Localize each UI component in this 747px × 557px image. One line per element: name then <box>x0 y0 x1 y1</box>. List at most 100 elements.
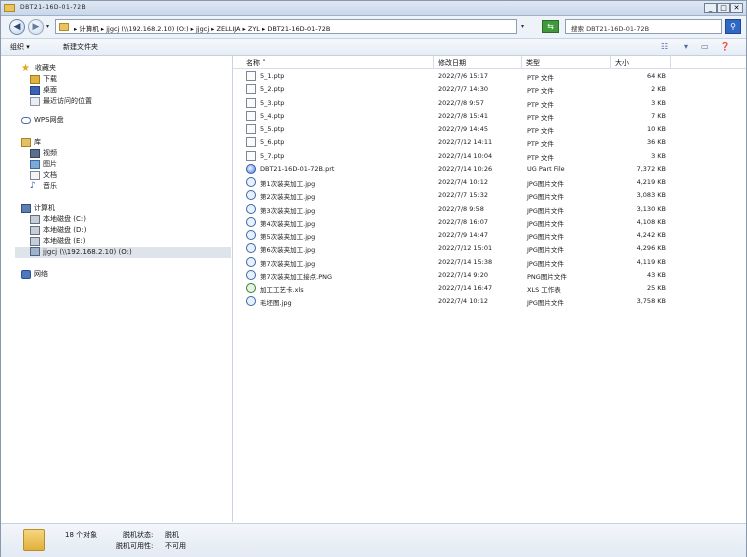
file-row[interactable]: 加工工艺卡.xls 2022/7/14 16:47 XLS 工作表 25 KB <box>244 282 684 294</box>
image-file-icon <box>246 216 256 227</box>
back-button[interactable]: ◀ <box>9 19 25 35</box>
file-row[interactable]: 5_3.ptp 2022/7/8 9:57 PTP 文件 3 KB <box>244 97 684 109</box>
recent-pages-dropdown-icon[interactable]: ▾ <box>46 23 49 30</box>
forward-button[interactable]: ▶ <box>28 19 44 35</box>
file-size: 4,242 KB <box>636 231 666 239</box>
image-file-icon <box>246 296 256 307</box>
nav-item-drive-e[interactable]: 本地磁盘 (E:) <box>30 236 85 246</box>
nav-item-recent-places[interactable]: 最近访问的位置 <box>30 96 92 106</box>
image-file-icon <box>246 243 256 254</box>
ptp-file-icon <box>246 137 256 148</box>
file-row[interactable]: 5_4.ptp 2022/7/8 15:41 PTP 文件 7 KB <box>244 110 684 122</box>
address-bar-row: ◀ ▶ ▾ ▸ 计算机 ▸ jjgcj (\\192.168.2.10) (O:… <box>1 16 746 39</box>
nav-item-drive-d[interactable]: 本地磁盘 (D:) <box>30 225 86 235</box>
file-name: 第1次装夹加工.jpg <box>260 180 316 188</box>
nav-item-documents[interactable]: 文档 <box>30 170 57 180</box>
column-header-type[interactable]: 类型 <box>526 58 540 68</box>
file-size: 7 KB <box>651 111 666 120</box>
file-type: JPG图片文件 <box>527 259 564 268</box>
image-file-icon <box>246 203 256 214</box>
close-button[interactable]: ✕ <box>730 3 743 13</box>
file-row[interactable]: DBT21-16D-01-72B.prt 2022/7/14 10:26 UG Pa… <box>244 163 684 175</box>
nav-favorites[interactable]: ★ 收藏夹 <box>21 63 56 73</box>
column-divider[interactable] <box>433 56 434 68</box>
nav-item-drive-c[interactable]: 本地磁盘 (C:) <box>30 214 86 224</box>
preview-pane-icon[interactable]: ▭ <box>701 42 709 51</box>
minimize-button[interactable]: _ <box>704 3 717 13</box>
nav-network[interactable]: 网络 <box>21 269 48 279</box>
file-type: JPG图片文件 <box>527 180 564 188</box>
view-dropdown-icon[interactable]: ▾ <box>684 42 688 51</box>
new-folder-button[interactable]: 新建文件夹 <box>63 42 98 52</box>
file-row[interactable]: 5_2.ptp 2022/7/7 14:30 PTP 文件 2 KB <box>244 83 684 95</box>
file-name: 5_3.ptp <box>260 98 285 107</box>
nav-item-music[interactable]: ♪ 音乐 <box>30 181 57 191</box>
file-size: 3 KB <box>651 151 666 160</box>
maximize-button[interactable]: □ <box>717 3 730 13</box>
file-name: 毛坯图.jpg <box>260 299 292 308</box>
folder-icon <box>23 529 45 551</box>
nav-libraries[interactable]: 库 <box>21 137 41 147</box>
file-type: XLS 工作表 <box>527 286 561 294</box>
file-size: 7,372 KB <box>636 164 666 173</box>
desktop-icon <box>30 85 40 95</box>
nav-item-network-drive-o[interactable]: jjgcj (\\192.168.2.10) (O:) <box>30 247 132 256</box>
offline-status-label: 脱机状态: <box>123 531 154 539</box>
refresh-button[interactable]: ⇆ <box>542 20 559 33</box>
nav-item-desktop[interactable]: 桌面 <box>30 85 57 95</box>
nav-computer[interactable]: 计算机 <box>21 203 55 213</box>
file-type: PTP 文件 <box>527 100 554 109</box>
view-options-icon[interactable]: ☷ <box>661 42 668 51</box>
organize-button[interactable]: 组织 ▾ <box>10 42 30 52</box>
file-row[interactable]: 第2次装夹加工.jpg 2022/7/7 15:32 JPG图片文件 3,083 KB <box>244 189 684 201</box>
offline-availability-label: 脱机可用性: <box>116 542 154 550</box>
file-row[interactable]: 5_5.ptp 2022/7/9 14:45 PTP 文件 10 KB <box>244 123 684 135</box>
file-type: JPG图片文件 <box>527 233 564 241</box>
column-header-date[interactable]: 修改日期 <box>438 58 466 68</box>
network-drive-icon <box>30 247 40 256</box>
nav-computer-label: 计算机 <box>34 204 55 212</box>
nav-item-label: 本地磁盘 (D:) <box>43 226 87 234</box>
address-input[interactable]: ▸ 计算机 ▸ jjgcj (\\192.168.2.10) (O:) ▸ jj… <box>55 19 517 34</box>
nav-item-downloads[interactable]: 下载 <box>30 74 57 84</box>
file-row[interactable]: 5_7.ptp 2022/7/14 10:04 PTP 文件 3 KB <box>244 150 684 162</box>
nav-item-pictures[interactable]: 图片 <box>30 159 57 169</box>
file-size: 4,296 KB <box>636 244 666 253</box>
address-history-dropdown-icon[interactable]: ▾ <box>521 23 524 30</box>
file-row[interactable]: 第1次装夹加工.jpg 2022/7/4 10:12 JPG图片文件 4,219 KB <box>244 176 684 188</box>
file-row[interactable]: 第4次装夹加工.jpg 2022/7/8 16:07 JPG图片文件 4,108 KB <box>244 216 684 228</box>
file-name: 5_1.ptp <box>260 72 285 80</box>
file-row[interactable]: 第5次装夹加工.jpg 2022/7/9 14:47 JPG图片文件 4,242 KB <box>244 229 684 241</box>
computer-icon <box>21 203 31 213</box>
column-divider[interactable] <box>610 56 611 68</box>
ptp-file-icon <box>246 124 256 134</box>
title-bar[interactable]: DBT21-16D-01-72B _ □ ✕ <box>1 1 746 16</box>
search-icon[interactable]: ⚲ <box>725 19 741 34</box>
file-type: JPG图片文件 <box>527 206 564 215</box>
file-row[interactable]: 5_6.ptp 2022/7/12 14:11 PTP 文件 36 KB <box>244 136 684 148</box>
network-icon <box>21 269 31 279</box>
file-size: 25 KB <box>646 284 666 292</box>
column-header-name[interactable]: 名称 ˄ <box>246 58 266 68</box>
file-row[interactable]: 5_1.ptp 2022/7/6 15:17 PTP 文件 64 KB <box>244 70 684 82</box>
help-icon[interactable]: ❓ <box>720 42 730 51</box>
file-row[interactable]: 第7次装夹加工.jpg 2022/7/14 15:38 JPG图片文件 4,119 K… <box>244 256 684 268</box>
drive-icon <box>30 236 40 246</box>
nav-wps-cloud[interactable]: WPS网盘 <box>21 115 64 125</box>
address-path[interactable]: ▸ 计算机 ▸ jjgcj (\\192.168.2.10) (O:) ▸ jj… <box>74 23 330 33</box>
file-row[interactable]: 第7次装夹加工接点.PNG 2022/7/14 9:20 PNG图片文件 43 KB <box>244 269 684 281</box>
column-divider[interactable] <box>670 56 671 68</box>
ptp-file-icon <box>246 110 256 121</box>
file-row[interactable]: 毛坯图.jpg 2022/7/4 10:12 JPG图片文件 3,758 KB <box>244 295 684 307</box>
file-name: 5_4.ptp <box>260 111 285 120</box>
file-modified-date: 2022/7/14 9:20 <box>438 270 488 279</box>
file-row[interactable]: 第6次装夹加工.jpg 2022/7/12 15:01 JPG图片文件 4,296 K… <box>244 242 684 254</box>
search-input[interactable]: 搜索 DBT21-16D-01-72B <box>565 19 722 34</box>
file-modified-date: 2022/7/9 14:47 <box>438 231 488 239</box>
file-size: 10 KB <box>646 125 666 133</box>
file-row[interactable]: 第3次装夹加工.jpg 2022/7/8 9:58 JPG图片文件 3,130 KB <box>244 203 684 215</box>
column-divider[interactable] <box>521 56 522 68</box>
ug-part-file-icon <box>246 163 256 174</box>
column-header-size[interactable]: 大小 <box>615 58 629 68</box>
nav-item-videos[interactable]: 视频 <box>30 148 57 158</box>
